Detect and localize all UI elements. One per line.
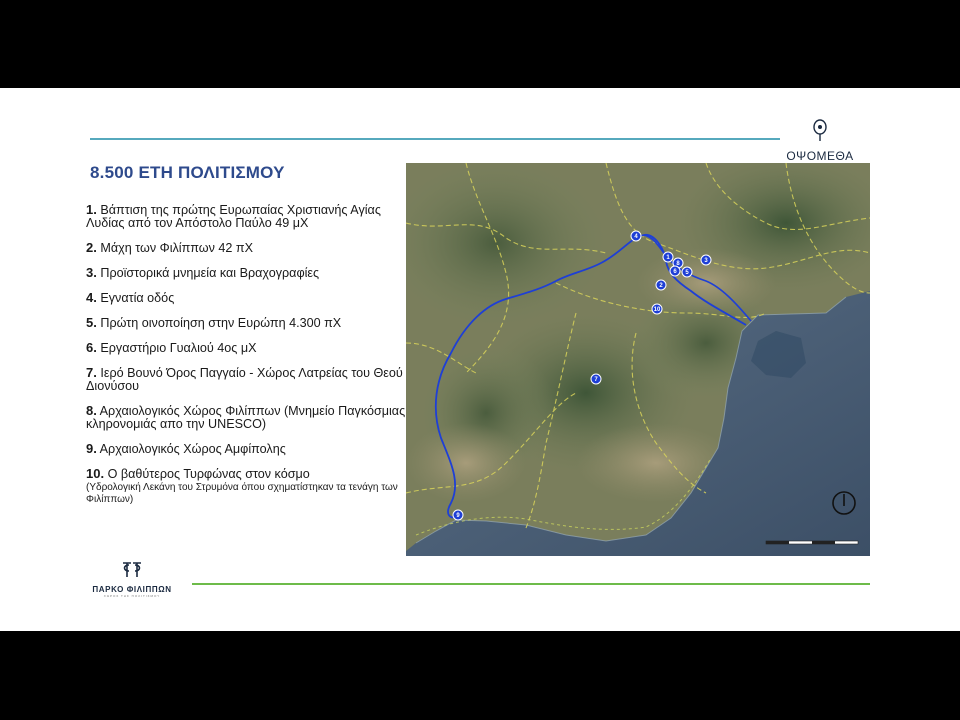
item-text: Βάπτιση της πρώτης Ευρωπαίας Χριστιανής … (86, 203, 381, 230)
map-pin[interactable]: 9 (452, 509, 464, 521)
item-number: 10. (86, 466, 105, 481)
item-number: 7. (86, 365, 97, 380)
list-item: 7. Ιερό Βουνό Όρος Παγγαίο - Χώρος Λατρε… (86, 366, 406, 393)
eye-leaf-icon (813, 119, 827, 141)
item-number: 3. (86, 265, 97, 280)
item-number: 5. (86, 315, 97, 330)
item-text: Μάχη των Φιλίππων 42 πΧ (100, 241, 254, 255)
bottom-divider (192, 583, 870, 585)
list-item: 10. Ο βαθύτερος Τυρφώνας στον κόσμο (Υδρο… (86, 467, 406, 506)
brand-top-word: ΟΨΟΜΕΘΑ (786, 149, 854, 163)
item-number: 1. (86, 202, 97, 217)
item-text: Ιερό Βουνό Όρος Παγγαίο - Χώρος Λατρείας… (86, 366, 403, 393)
map-pin[interactable]: 10 (651, 303, 663, 315)
item-text: Εργαστήριο Γυαλιού 4ος μΧ (100, 341, 257, 355)
item-number: 2. (86, 240, 97, 255)
item-text: Αρχαιολογικός Χώρος Αμφίπολης (99, 442, 286, 456)
item-number: 6. (86, 340, 97, 355)
list-item: 4. Εγνατία οδός (86, 291, 406, 305)
regional-map: 4186 5321079 (406, 163, 870, 556)
brand-bottom-word: ΠΑΡΚΟ ΦΙΛΙΠΠΩΝ (92, 585, 172, 594)
opsometha-logo: ΟΨΟΜΕΘΑ ΕΙΣ ΦΙΛΙΠΠΟΥΣ (780, 118, 860, 168)
item-number: 4. (86, 290, 97, 305)
item-subtext: (Υδρολογική Λεκάνη του Στρυμόνα όπου σχη… (86, 482, 398, 505)
list-item: 1. Βάπτιση της πρώτης Ευρωπαίας Χριστιαν… (86, 203, 406, 230)
list-item: 5. Πρώτη οινοποίηση στην Ευρώπη 4.300 πΧ (86, 316, 406, 330)
list-item: 8. Αρχαιολογικός Χώρος Φιλίππων (Μνημείο… (86, 404, 406, 431)
item-text: Προϊστορικά μνημεία και Βραχογραφίες (100, 266, 320, 280)
page-title: 8.500 ΕΤΗ ΠΟΛΙΤΙΣΜΟΥ (90, 163, 285, 182)
brand-bottom-tag: ΧΩΡΟΣ ΤΗΣ ΠΟΛΙΤΙΣΜΟΥ (103, 594, 161, 598)
site-list: 1. Βάπτιση της πρώτης Ευρωπαίας Χριστιαν… (86, 203, 406, 517)
parko-filippon-logo: ΠΑΡΚΟ ΦΙΛΙΠΠΩΝ ΧΩΡΟΣ ΤΗΣ ΠΟΛΙΤΙΣΜΟΥ (82, 560, 182, 598)
map-pin[interactable]: 7 (590, 373, 602, 385)
map-pin[interactable]: 1 (662, 251, 674, 263)
item-text: Ο βαθύτερος Τυρφώνας στον κόσμο (107, 467, 310, 481)
item-text: Αρχαιολογικός Χώρος Φιλίππων (Μνημείο Πα… (86, 404, 406, 431)
item-number: 9. (86, 441, 97, 456)
map-pin[interactable]: 3 (700, 254, 712, 266)
pin-label: 10 (654, 307, 661, 313)
map-pin[interactable]: 5 (681, 266, 693, 278)
list-item: 3. Προϊστορικά μνημεία και Βραχογραφίες (86, 266, 406, 280)
monogram-icon (123, 562, 141, 577)
list-item: 6. Εργαστήριο Γυαλιού 4ος μΧ (86, 341, 406, 355)
map-pin[interactable]: 4 (630, 230, 642, 242)
list-item: 2. Μάχη των Φιλίππων 42 πΧ (86, 241, 406, 255)
item-text: Πρώτη οινοποίηση στην Ευρώπη 4.300 πΧ (100, 316, 342, 330)
top-divider (90, 138, 780, 140)
list-item: 9. Αρχαιολογικός Χώρος Αμφίπολης (86, 442, 406, 456)
map-pin[interactable]: 6 (669, 265, 681, 277)
item-text: Εγνατία οδός (100, 291, 175, 305)
item-number: 8. (86, 403, 97, 418)
slide: 8.500 ΕΤΗ ΠΟΛΙΤΙΣΜΟΥ 1. Βάπτιση της πρώτ… (0, 88, 960, 631)
scale-bar (765, 540, 859, 545)
map-pin[interactable]: 2 (655, 279, 667, 291)
